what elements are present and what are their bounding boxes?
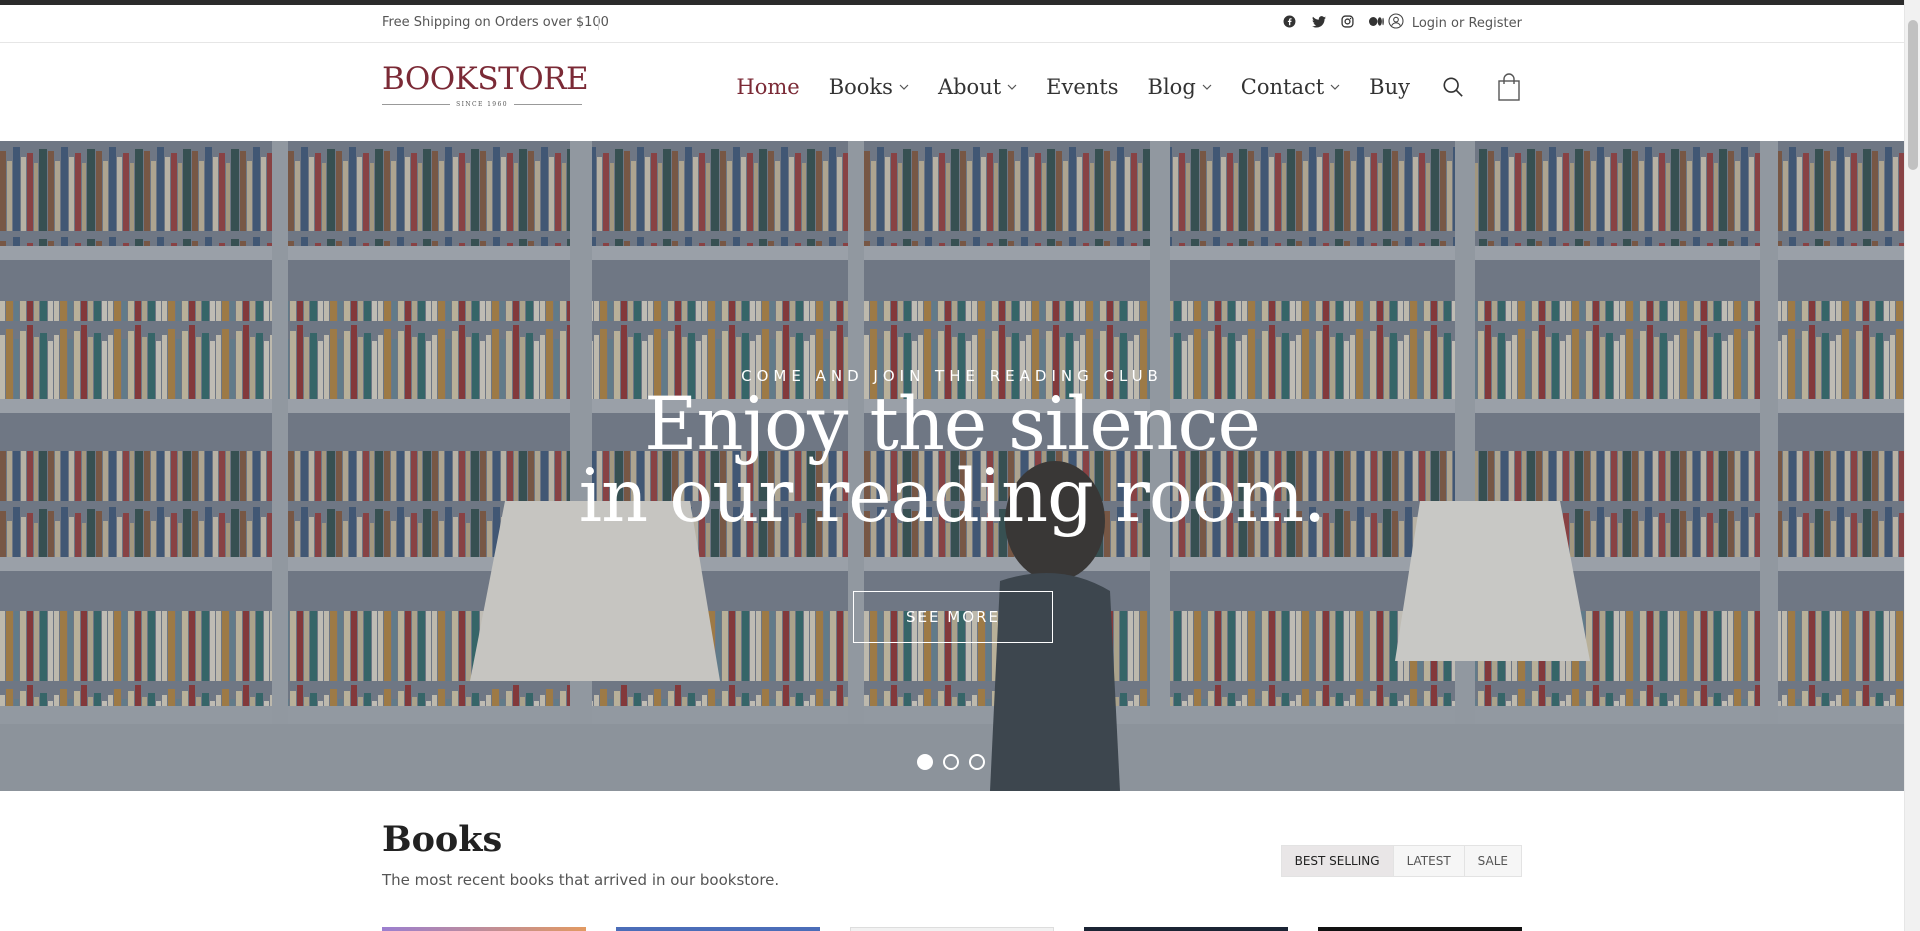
nav-events[interactable]: Events [1046,75,1118,99]
hero-title: Enjoy the silence in our reading room. [0,382,1904,539]
chevron-down-icon [1202,84,1212,90]
see-more-button[interactable]: SEE MORE [853,591,1053,643]
scrollbar-thumb[interactable] [1908,20,1918,170]
book-cover[interactable] [382,927,586,931]
slider-dot-2[interactable] [943,754,959,770]
social-links [1282,14,1384,29]
books-section: Books The most recent books that arrived… [382,791,1522,931]
login-label: Login or Register [1411,15,1522,31]
nav-books[interactable]: Books [829,75,909,99]
tab-latest[interactable]: LATEST [1392,846,1464,876]
book-cover[interactable] [1318,927,1522,931]
chevron-down-icon [1330,84,1340,90]
logo-since: SINCE 1960 [456,101,508,108]
twitter-icon[interactable] [1311,14,1326,29]
search-icon[interactable] [1440,74,1466,100]
instagram-icon[interactable] [1340,14,1355,29]
hero-title-line1: Enjoy the silence [644,382,1261,467]
divider [598,16,599,30]
section-subtitle: The most recent books that arrived in ou… [382,871,780,889]
medium-icon[interactable] [1369,14,1384,29]
hero-title-line2: in our reading room. [578,454,1327,539]
slider-dot-3[interactable] [969,754,985,770]
chevron-down-icon [899,84,909,90]
shopping-bag-icon[interactable] [1496,73,1522,101]
nav-blog[interactable]: Blog [1148,75,1212,99]
top-bar: Free Shipping on Orders over $100 Login … [0,5,1904,43]
books-filter-tabs: BEST SELLING LATEST SALE [1280,845,1522,877]
facebook-icon[interactable] [1282,14,1297,29]
main-nav: Home Books About Events Blog Contact Buy [707,73,1522,101]
book-cover[interactable] [850,927,1054,931]
nav-home[interactable]: Home [736,75,799,99]
tab-sale[interactable]: SALE [1463,846,1521,876]
slider-dots [917,754,985,770]
book-cover[interactable] [1084,927,1288,931]
book-covers-row [382,927,1522,931]
nav-about[interactable]: About [938,75,1017,99]
nav-buy[interactable]: Buy [1369,75,1410,99]
page-scrollbar[interactable] [1904,0,1920,931]
section-title: Books [382,819,503,860]
shipping-notice: Free Shipping on Orders over $100 [382,15,609,30]
site-logo[interactable]: BOOKSTORE SINCE 1960 [382,61,589,108]
slider-dot-1[interactable] [917,754,933,770]
login-register-link[interactable]: Login or Register [1388,13,1522,33]
book-cover[interactable] [616,927,820,931]
nav-contact[interactable]: Contact [1241,75,1340,99]
chevron-down-icon [1007,84,1017,90]
logo-text: BOOKSTORE [382,61,589,97]
tab-best-selling[interactable]: BEST SELLING [1281,846,1393,876]
site-header: BOOKSTORE SINCE 1960 Home Books About Ev… [0,44,1904,141]
user-icon [1388,13,1404,33]
hero-slider: COME AND JOIN THE READING CLUB Enjoy the… [0,141,1904,791]
